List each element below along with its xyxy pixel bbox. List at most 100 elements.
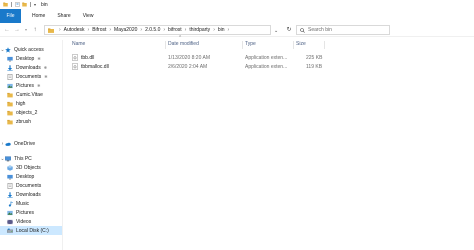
folder-icon bbox=[7, 101, 13, 106]
drive-icon bbox=[7, 228, 13, 233]
refresh-icon[interactable]: ↻ bbox=[285, 26, 293, 34]
sidebar-item-onedrive[interactable]: › OneDrive bbox=[0, 139, 35, 148]
sidebar-item-pc-downloads[interactable]: Downloads bbox=[7, 190, 41, 199]
computer-icon bbox=[5, 155, 11, 161]
picture-icon bbox=[7, 83, 13, 88]
column-divider[interactable] bbox=[324, 41, 325, 49]
video-icon bbox=[7, 219, 13, 224]
sidebar-item-label: Local Disk (C:) bbox=[16, 227, 49, 234]
sidebar-item-label: Quick access bbox=[14, 46, 44, 53]
customize-toolbar-chevron-icon[interactable]: ▾ bbox=[34, 2, 36, 7]
sidebar-item-quick-access[interactable]: ⌄ Quick access bbox=[0, 45, 44, 54]
column-header-name[interactable]: Name bbox=[72, 41, 85, 47]
breadcrumb-bifrost[interactable]: Bifrost bbox=[92, 27, 106, 33]
properties-icon[interactable] bbox=[15, 2, 20, 7]
folder-icon bbox=[7, 110, 13, 115]
tab-share[interactable]: Share bbox=[57, 13, 70, 19]
sidebar-item-downloads[interactable]: Downloads ✱ bbox=[7, 63, 47, 72]
desktop-icon bbox=[7, 174, 13, 179]
column-header-date[interactable]: Date modified bbox=[168, 41, 199, 47]
column-header-type[interactable]: Type bbox=[245, 41, 256, 47]
sidebar-item-music[interactable]: Music bbox=[7, 199, 29, 208]
sidebar-item-label: Downloads bbox=[16, 191, 41, 198]
address-history-chevron-icon[interactable]: ⌄ bbox=[274, 28, 278, 34]
breadcrumb-separator-icon: › bbox=[184, 27, 187, 33]
sidebar-item-objects-2[interactable]: objects_2 bbox=[7, 108, 37, 117]
folder-icon bbox=[7, 119, 13, 124]
pin-icon: ✱ bbox=[37, 83, 41, 88]
navigation-bar: ← → ▾ ↑ › Autodesk › Bifrost › Maya2020 … bbox=[0, 23, 474, 37]
sidebar-item-desktop[interactable]: Desktop ✱ bbox=[7, 54, 41, 63]
sidebar-item-documents[interactable]: Documents ✱ bbox=[7, 72, 48, 81]
breadcrumb-autodesk[interactable]: Autodesk bbox=[64, 27, 85, 33]
dll-file-icon bbox=[72, 63, 78, 70]
column-divider[interactable] bbox=[242, 41, 243, 49]
sidebar-item-this-pc[interactable]: ⌄ This PC bbox=[0, 154, 32, 163]
cloud-icon bbox=[5, 142, 11, 146]
folder-icon bbox=[7, 92, 13, 97]
column-divider[interactable] bbox=[165, 41, 166, 49]
sidebar-item-label: Desktop bbox=[16, 55, 35, 62]
sidebar-item-label: Cumic.Vitae bbox=[16, 91, 43, 98]
quick-access-toolbar: ▾ bbox=[0, 2, 36, 7]
desktop-icon bbox=[7, 56, 13, 61]
file-size: 225 KB bbox=[306, 55, 323, 61]
sidebar-item-label: Desktop bbox=[16, 173, 35, 180]
column-headers: Name Date modified Type Size bbox=[66, 40, 326, 50]
pin-icon: ✱ bbox=[44, 74, 48, 79]
sidebar-item-pc-desktop[interactable]: Desktop bbox=[7, 172, 34, 181]
download-icon bbox=[7, 64, 13, 71]
breadcrumb-version[interactable]: 2.0.5.0 bbox=[145, 27, 160, 33]
sidebar-item-pictures[interactable]: Pictures ✱ bbox=[7, 81, 40, 90]
toolbar-divider bbox=[30, 2, 31, 7]
sidebar-item-label: Downloads bbox=[16, 64, 41, 71]
sidebar-item-label: objects_2 bbox=[16, 109, 38, 116]
column-header-size[interactable]: Size bbox=[296, 41, 306, 47]
sidebar-item-label: 3D Objects bbox=[16, 164, 41, 171]
breadcrumb-maya2020[interactable]: Maya2020 bbox=[114, 27, 137, 33]
table-row[interactable]: tbbmalloc.dll 2/6/2020 2:04 AM Applicati… bbox=[66, 62, 326, 71]
sidebar-item-zbrush[interactable]: zbrush bbox=[7, 117, 31, 126]
recent-locations-chevron-icon[interactable]: ▾ bbox=[22, 26, 30, 34]
sidebar-item-label: Documents bbox=[16, 182, 42, 189]
tab-file[interactable]: File bbox=[0, 9, 21, 23]
sidebar-item-label: high bbox=[16, 100, 26, 107]
sidebar-item-local-disk[interactable]: Local Disk (C:) bbox=[0, 226, 62, 235]
breadcrumb-separator-icon: › bbox=[213, 27, 215, 33]
search-icon bbox=[300, 27, 305, 33]
sidebar-item-label: Pictures bbox=[16, 209, 35, 216]
column-divider[interactable] bbox=[293, 41, 294, 49]
dll-file-icon bbox=[72, 54, 78, 61]
sidebar-item-high[interactable]: high bbox=[7, 99, 25, 108]
sidebar-item-3d-objects[interactable]: 3D Objects bbox=[7, 163, 41, 172]
sidebar-item-cumic-vitae[interactable]: Cumic.Vitae bbox=[7, 90, 43, 99]
sidebar-item-videos[interactable]: Videos bbox=[7, 217, 31, 226]
sidebar-item-pc-documents[interactable]: Documents bbox=[7, 181, 41, 190]
title-bar: ▾ bin bbox=[0, 0, 474, 9]
breadcrumb-bin[interactable]: bin bbox=[218, 27, 225, 33]
new-folder-icon[interactable] bbox=[22, 2, 27, 7]
toolbar-divider bbox=[11, 2, 12, 7]
address-bar[interactable]: › Autodesk › Bifrost › Maya2020 › 2.0.5.… bbox=[44, 25, 271, 35]
up-arrow-icon[interactable]: ↑ bbox=[31, 26, 39, 34]
tab-view[interactable]: View bbox=[83, 13, 94, 19]
back-arrow-icon[interactable]: ← bbox=[3, 26, 11, 34]
sidebar-item-pc-pictures[interactable]: Pictures bbox=[7, 208, 34, 217]
file-name: tbbmalloc.dll bbox=[81, 64, 109, 70]
sidebar-item-label: This PC bbox=[14, 155, 32, 162]
search-box[interactable]: Search bin bbox=[296, 25, 390, 35]
breadcrumb-thirdparty[interactable]: thirdparty bbox=[189, 27, 210, 33]
ribbon-tabs: File Home Share View bbox=[0, 9, 474, 23]
breadcrumb-separator-icon: › bbox=[87, 27, 90, 33]
tab-home[interactable]: Home bbox=[32, 13, 45, 19]
pin-icon: ✱ bbox=[43, 65, 48, 70]
window-title: bin bbox=[41, 1, 48, 8]
breadcrumb-separator-icon: › bbox=[109, 27, 112, 33]
file-size: 119 KB bbox=[306, 64, 323, 70]
table-row[interactable]: tbb.dll 1/13/2020 8:20 AM Application ex… bbox=[66, 53, 326, 62]
file-type: Application exten... bbox=[245, 55, 288, 61]
breadcrumb-bifrost-sub[interactable]: bifrost bbox=[168, 27, 182, 33]
file-name: tbb.dll bbox=[81, 55, 95, 61]
picture-icon bbox=[7, 210, 13, 215]
forward-arrow-icon[interactable]: → bbox=[13, 26, 21, 34]
